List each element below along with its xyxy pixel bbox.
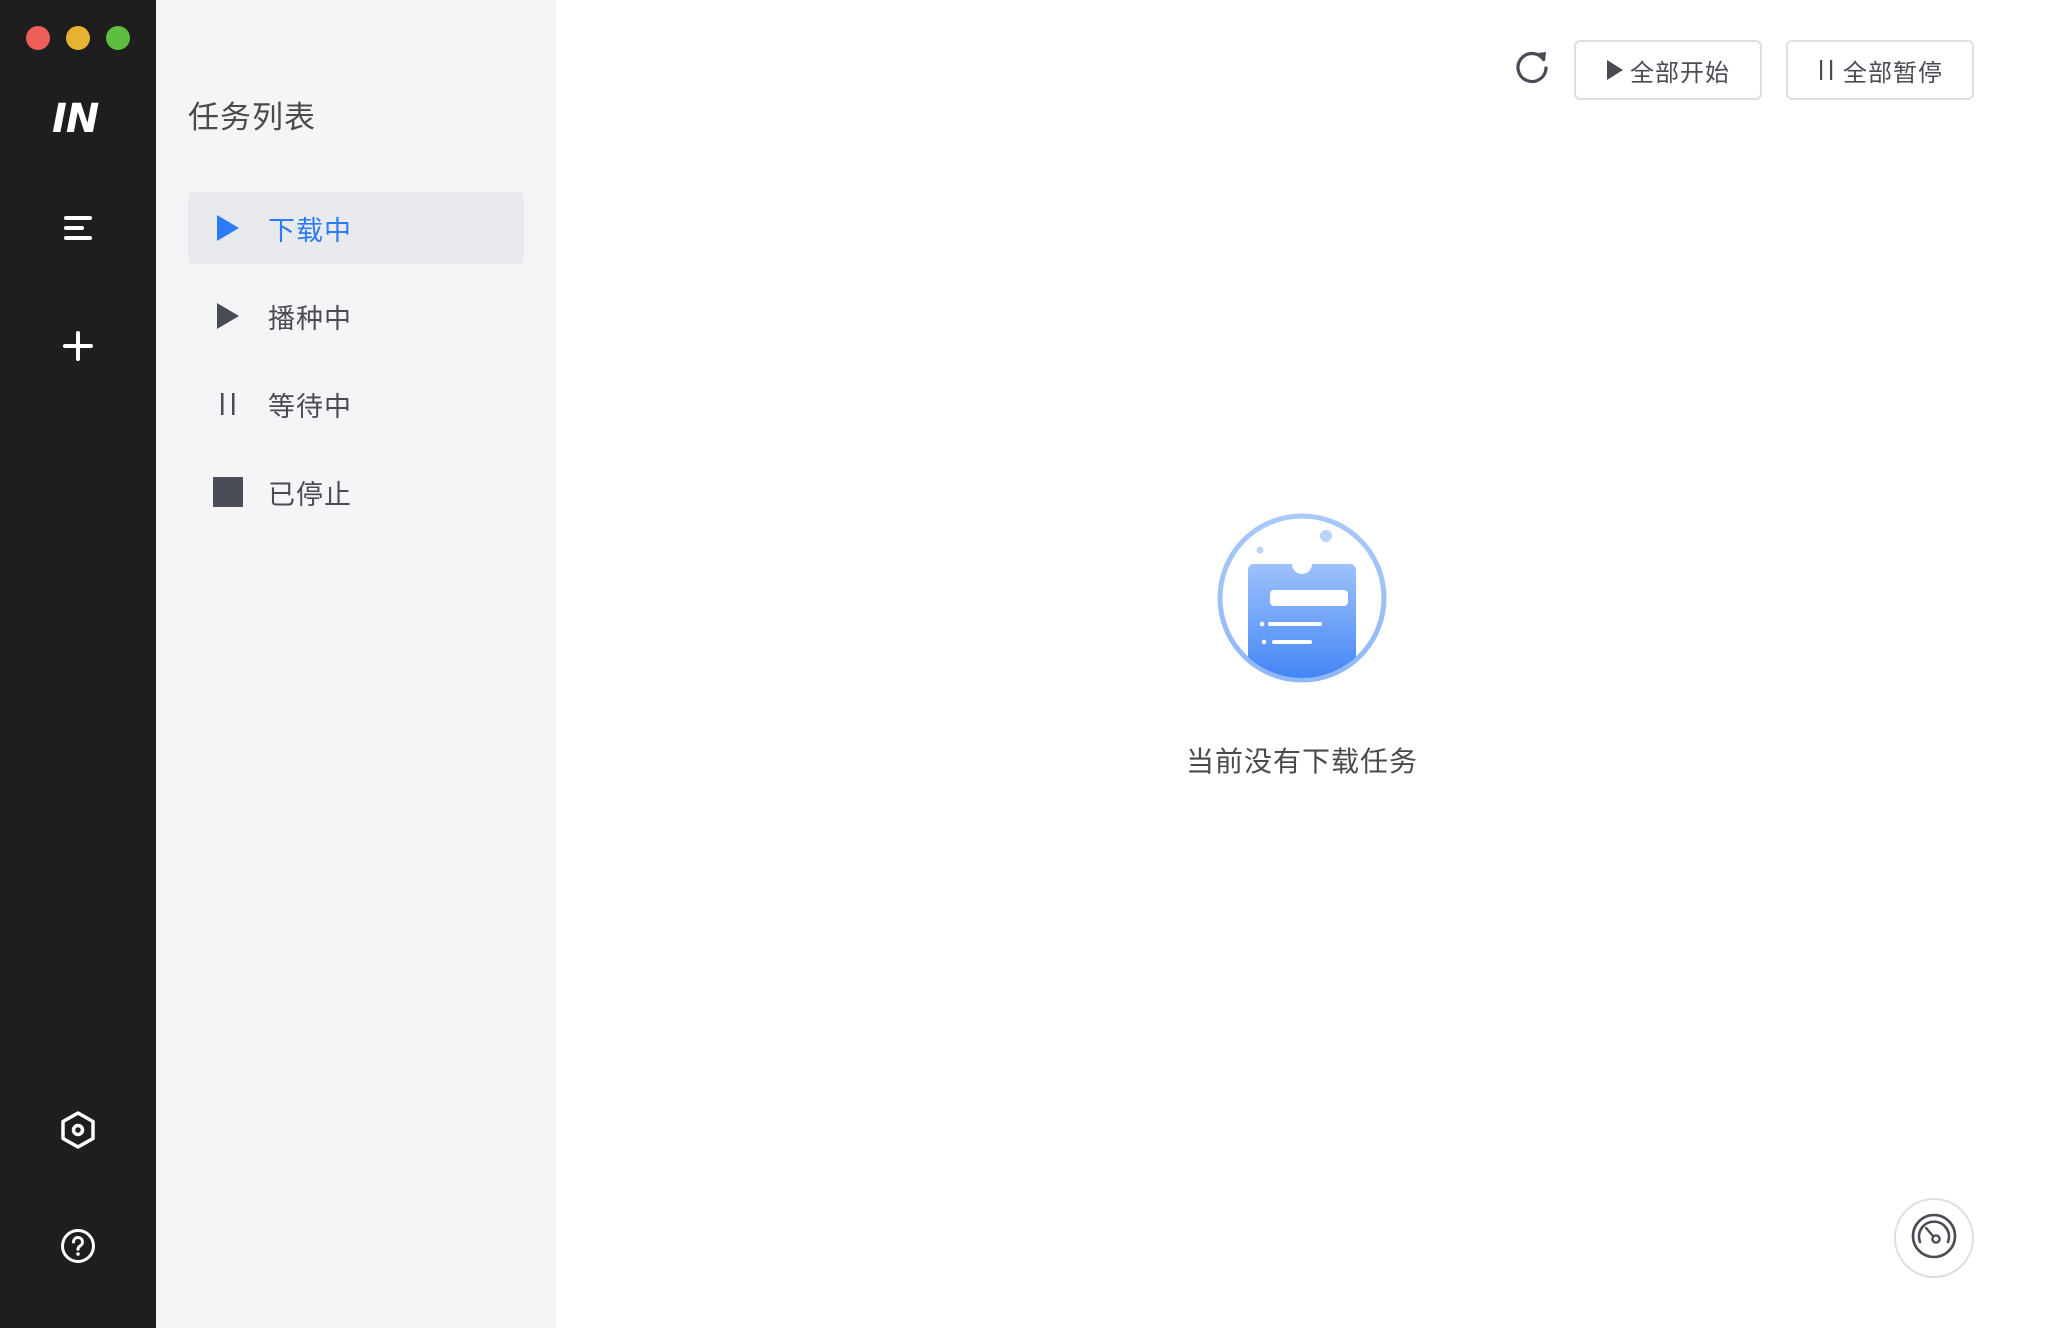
panel-title: 任务列表 bbox=[188, 100, 316, 136]
preferences-button[interactable] bbox=[50, 1102, 106, 1158]
nav-item-label: 播种中 bbox=[268, 303, 352, 335]
pause-all-button[interactable]: 全部暂停 bbox=[1786, 40, 1974, 100]
settings-hex-icon bbox=[60, 1111, 96, 1149]
nav-item-label: 已停止 bbox=[268, 479, 352, 511]
empty-task-illustration bbox=[1214, 510, 1390, 686]
speedometer-button[interactable] bbox=[1894, 1198, 1974, 1278]
help-icon bbox=[60, 1228, 96, 1264]
sidebar-rail: IN bbox=[0, 0, 156, 1328]
app-logo: IN bbox=[52, 96, 99, 142]
stop-icon bbox=[210, 474, 246, 510]
nav-item-downloading[interactable]: 下载中 bbox=[188, 192, 524, 264]
window-close-button[interactable] bbox=[26, 26, 50, 50]
nav-item-stopped[interactable]: 已停止 bbox=[188, 456, 524, 528]
start-all-label: 全部开始 bbox=[1630, 58, 1730, 87]
add-task-button[interactable] bbox=[50, 318, 106, 374]
play-icon bbox=[210, 210, 246, 246]
menu-button[interactable] bbox=[50, 200, 106, 256]
pause-icon bbox=[1817, 58, 1837, 82]
nav-item-waiting[interactable]: 等待中 bbox=[188, 368, 524, 440]
window-zoom-button[interactable] bbox=[106, 26, 130, 50]
refresh-button[interactable] bbox=[1510, 46, 1554, 90]
empty-state-message: 当前没有下载任务 bbox=[1185, 745, 1418, 778]
nav-item-label: 等待中 bbox=[268, 391, 352, 423]
start-all-button[interactable]: 全部开始 bbox=[1574, 40, 1762, 100]
task-list-panel: 任务列表 下载中 播种中 等待中 已停止 bbox=[156, 0, 556, 1328]
refresh-icon bbox=[1510, 51, 1554, 94]
play-icon bbox=[1606, 59, 1624, 81]
pause-icon bbox=[210, 386, 246, 422]
help-button[interactable] bbox=[50, 1218, 106, 1274]
window-minimize-button[interactable] bbox=[66, 26, 90, 50]
speedometer-icon bbox=[1909, 1211, 1959, 1265]
pause-all-label: 全部暂停 bbox=[1843, 58, 1943, 87]
menu-icon bbox=[62, 214, 94, 242]
nav-item-label: 下载中 bbox=[268, 215, 352, 247]
nav-item-seeding[interactable]: 播种中 bbox=[188, 280, 524, 352]
main-content: 全部开始 全部暂停 当前没有下载任务 bbox=[556, 0, 2048, 1328]
plus-icon bbox=[61, 329, 95, 363]
play-icon bbox=[210, 298, 246, 334]
